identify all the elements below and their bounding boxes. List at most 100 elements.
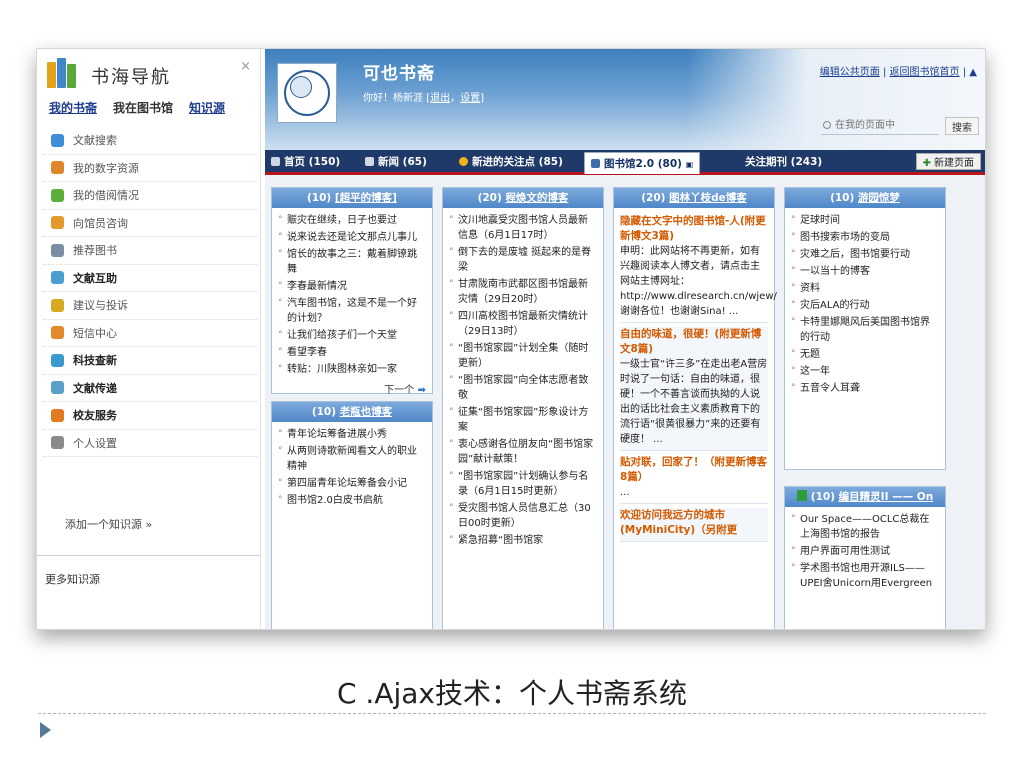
sidebar: 书海导航 × 我的书斋 我在图书馆 知识源 文献搜索 我的数字资源 我的借阅情况 向馆… [37,49,261,629]
sidebar-title: 书海导航 [91,67,171,88]
widget-blog-tulin-yazhi: (20) 图林丫枝de博客 隐藏在文字中的图书馆-人(附更新博文3篇) 申明：此网… [613,187,777,629]
next-button[interactable]: 下一个 ➡ [278,381,426,396]
sidebar-item[interactable]: 向馆员咨询 [43,210,257,237]
sidebar-nav-list: 文献搜索 我的数字资源 我的借阅情况 向馆员咨询 推荐图书 文献互助 建议与投诉 短信中心 科技… [43,127,257,457]
search-input[interactable] [821,117,939,135]
widget-entry-link[interactable]: 学术图书馆也用开源ILS——UPEI舍Unicorn用Evergreen [791,561,939,591]
widget-blog-youyuan-jingmeng: (10) 游园惊梦 足球时间图书搜索市场的变局灾难之后，图书馆要行动一以当十的博… [784,187,946,470]
exchange-icon [51,271,64,285]
widget-entry-link[interactable]: 这一年 [791,364,939,379]
document-icon [51,381,64,395]
widget-entry-link[interactable]: Our Space——OCLC总裁在上海图书馆的报告 [791,512,939,542]
collapse-up-icon[interactable]: ▲ [969,67,977,78]
widget-title-link[interactable]: 图林丫枝de博客 [669,192,747,204]
widget-entry-link[interactable]: 受灾图书馆人员信息汇总（30日00时更新） [449,501,597,531]
widget-title-link[interactable]: 程焕文的博客 [505,192,568,204]
widget-entry-link[interactable]: 四川高校图书馆最新灾情统计（29日13时） [449,309,597,339]
widget-entry-link[interactable]: 从两则诗歌新闻看文人的职业精神 [278,444,426,474]
widget-entry-link[interactable]: 紧急招募“图书馆家 [449,533,597,548]
widget-title-link[interactable]: 游园惊梦 [858,192,900,204]
widget-entry-link[interactable]: 衷心感谢各位朋友向“图书馆家园”献计献策！ [449,437,597,467]
back-to-library-home-link[interactable]: 返回图书馆首页 [890,67,960,78]
tab-knowledge-source[interactable]: 知识源 [189,99,225,116]
sidebar-item[interactable]: 短信中心 [43,320,257,347]
widget-title-link[interactable]: 老瓶也博客 [340,406,393,418]
search-button[interactable]: 搜索 [945,117,979,135]
tab-menu-icon[interactable]: ▣ [686,160,694,169]
widget-entry-link[interactable]: 赈灾在继续，日子也要过 [278,213,426,228]
widget-entry-link[interactable]: 汶川地震受灾图书馆人员最新信息（6月1日17时） [449,213,597,243]
widget-entry-link[interactable]: 汽车图书馆，这是不是一个好的计划？ [278,296,426,326]
widget-entry-link[interactable]: 足球时间 [791,213,939,228]
widget-entry-link[interactable]: 转贴：川陕图林亲如一家 [278,362,426,377]
user-settings-icon [51,436,64,450]
tab-news[interactable]: 新闻 (65) [365,154,427,172]
blog-post-title-link[interactable]: 自由的味道，很硬！(附更新博文8篇) [620,327,768,357]
sidebar-item[interactable]: 个人设置 [43,430,257,457]
widget-entry-link[interactable]: 图书搜索市场的变局 [791,230,939,245]
tab-library-2-0[interactable]: 图书馆2.0 (80) ▣ [584,152,701,174]
slide-divider [38,713,986,714]
widget-entry-link[interactable]: 让我们给孩子们一个天堂 [278,328,426,343]
new-page-button[interactable]: ✚ 新建页面 [915,153,981,170]
widget-entry-link[interactable]: 用户界面可用性测试 [791,544,939,559]
close-icon[interactable]: × [240,59,251,74]
tab-home[interactable]: 首页 (150) [271,154,340,172]
widget-entry-link[interactable]: 甘肃陇南市武都区图书馆最新灾情（29日20时） [449,277,597,307]
widget-entry-link[interactable]: 青年论坛筹备进展小秀 [278,427,426,442]
sidebar-item[interactable]: 文献传递 [43,375,257,402]
university-seal-logo [277,63,337,123]
widget-entry-link[interactable]: 无题 [791,347,939,362]
smiley-icon [459,157,468,166]
tab-new-focus[interactable]: 新进的关注点 (85) [459,154,563,172]
widget-entry-link[interactable]: 资料 [791,281,939,296]
tab-my-study[interactable]: 我的书斋 [49,99,97,116]
widget-header: (10) [超平的博客] [272,188,432,208]
widget-entry-link[interactable]: 李春最新情况 [278,279,426,294]
sidebar-item[interactable]: 文献互助 [43,265,257,292]
widget-blog-bianmu-jingling: (10) 编目精灵II —— On Our Space——OCLC总裁在上海图书… [784,486,946,629]
sidebar-item[interactable]: 校友服务 [43,402,257,430]
tab-in-library[interactable]: 我在图书馆 [113,99,173,116]
widget-entry-link[interactable]: 征集“图书馆家园”形象设计方案 [449,405,597,435]
settings-link[interactable]: 设置 [460,93,480,104]
blog-post-title-link[interactable]: 贴对联，回家了！（附更新博客8篇） [620,455,768,485]
widget-entry-link[interactable]: 倒下去的是废墟 挺起来的是脊梁 [449,245,597,275]
widget-entry-link[interactable]: 灾难之后，图书馆要行动 [791,247,939,262]
blog-post: 贴对联，回家了！（附更新博客8篇）... [620,455,768,504]
logout-link[interactable]: 退出 [430,93,450,104]
sidebar-item[interactable]: 我的数字资源 [43,155,257,182]
widget-entry-link[interactable]: 一以当十的博客 [791,264,939,279]
widget-header: (10) 老瓶也博客 [272,402,432,422]
edit-public-page-link[interactable]: 编辑公共页面 [820,67,880,78]
sidebar-item[interactable]: 建议与投诉 [43,292,257,320]
widget-blog-chaoping: (10) [超平的博客] 赈灾在继续，日子也要过说来说去还是论文那点儿事儿馆长的… [271,187,433,396]
widget-entry-link[interactable]: 五音令人耳聋 [791,381,939,396]
widget-entry-link[interactable]: 第四届青年论坛筹备会小记 [278,476,426,491]
sidebar-item[interactable]: 文献搜索 [43,127,257,155]
widget-entry-link[interactable]: 看望李春 [278,345,426,360]
widget-entry-link[interactable]: 说来说去还是论文那点儿事儿 [278,230,426,245]
widget-entry-link[interactable]: 灾后ALA的行动 [791,298,939,313]
widget-entry-link[interactable]: “图书馆家园”计划全集（随时更新） [449,341,597,371]
widget-blog-laoping: (10) 老瓶也博客 青年论坛筹备进展小秀从两则诗歌新闻看文人的职业精神第四届青… [271,401,433,629]
magnifier-globe-icon [51,133,64,147]
sidebar-item[interactable]: 科技查新 [43,347,257,375]
sidebar-item[interactable]: 推荐图书 [43,237,257,265]
more-knowledge-sources-link[interactable]: 更多知识源 [37,571,100,587]
add-knowledge-source-link[interactable]: 添加一个知识源 » [37,516,261,532]
tab-journals[interactable]: 关注期刊 (243) [745,154,822,172]
main-area: 可也书斋 你好！杨新涯 [退出，设置] 编辑公共页面 | 返回图书馆首页 | ▲… [265,49,985,629]
widget-entry-link[interactable]: 馆长的故事之三：戴着脚镣跳舞 [278,247,426,277]
plus-icon: ✚ [922,158,931,169]
widget-entry-link[interactable]: “图书馆家园”计划确认参与名录（6月1日15时更新） [449,469,597,499]
blog-post-title-link[interactable]: 隐藏在文字中的图书馆-人(附更新博文3篇) [620,214,768,244]
widget-entry-link[interactable]: “图书馆家园”向全体志愿者致敬 [449,373,597,403]
widget-entry-link[interactable]: 卡特里娜飓风后美国图书馆界的行动 [791,315,939,345]
widget-title-link[interactable]: 编目精灵II —— On [839,491,934,503]
blog-post-title-link[interactable]: 欢迎访问我远方的城市(MyMiniCity)（另附更 [620,508,768,538]
widget-title-link[interactable]: [超平的博客] [335,192,397,204]
sidebar-item-label: 个人设置 [73,436,117,450]
sidebar-item[interactable]: 我的借阅情况 [43,182,257,210]
widget-entry-link[interactable]: 图书馆2.0白皮书启航 [278,493,426,508]
